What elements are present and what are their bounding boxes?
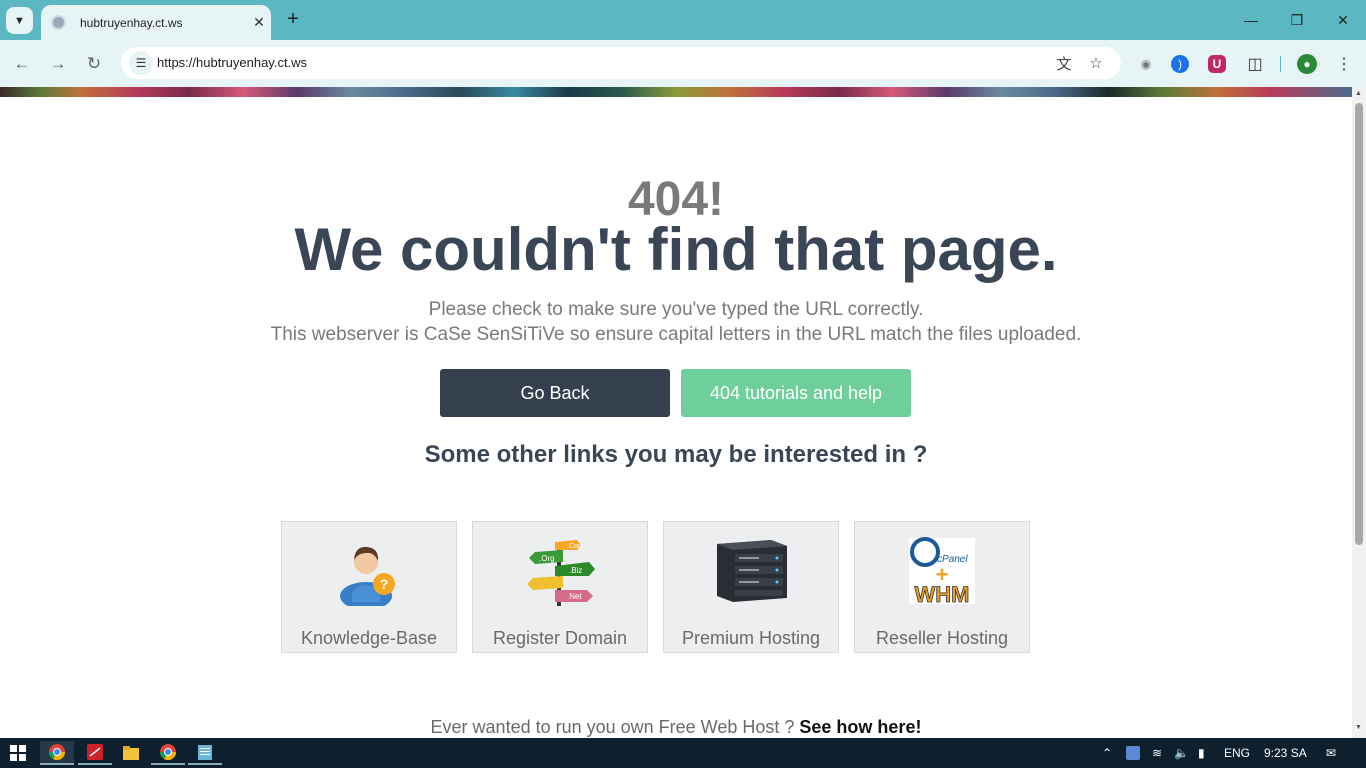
- cpanel-whm-icon: cPanel + WHM: [909, 537, 975, 606]
- other-links-heading: Some other links you may be interested i…: [424, 441, 928, 468]
- input-language[interactable]: ENG: [1224, 738, 1250, 768]
- close-icon: ✕: [1337, 11, 1349, 28]
- chrome-icon: [48, 744, 66, 761]
- help-tutorials-button[interactable]: 404 tutorials and help: [681, 369, 911, 417]
- volume-icon[interactable]: 🔈: [1174, 738, 1189, 768]
- taskbar-pdf-app[interactable]: [78, 741, 112, 765]
- scroll-up-arrow-icon[interactable]: ▲: [1355, 90, 1362, 97]
- new-tab-button[interactable]: +: [282, 8, 304, 30]
- site-info-icon[interactable]: ☰: [129, 51, 153, 75]
- camera-extension-icon[interactable]: ◉: [1135, 53, 1157, 75]
- chrome-icon: [159, 744, 177, 761]
- translate-icon[interactable]: 文: [1053, 52, 1075, 74]
- show-hidden-icons-button[interactable]: ⌃: [1102, 738, 1112, 768]
- page-title: We couldn't find that page.: [294, 216, 1058, 283]
- tray-app-icon[interactable]: [1126, 738, 1140, 768]
- forward-button[interactable]: →: [45, 51, 71, 77]
- site-favicon-icon: [51, 15, 66, 30]
- reseller-hosting-card[interactable]: cPanel + WHM Reseller Hosting: [854, 521, 1030, 653]
- page-scrollbar[interactable]: ▲ ▼: [1352, 87, 1366, 738]
- url-text[interactable]: https://hubtruyenhay.ct.ws: [157, 55, 307, 70]
- network-icon[interactable]: ≋: [1152, 738, 1162, 768]
- taskbar-file-explorer[interactable]: [114, 741, 148, 765]
- sign-com: .Com: [567, 543, 584, 550]
- audio-extension-icon[interactable]: ): [1171, 55, 1189, 73]
- decorative-color-stripe: [0, 87, 1352, 97]
- battery-icon[interactable]: ▮: [1198, 738, 1205, 768]
- minimize-button[interactable]: —: [1228, 0, 1274, 40]
- register-domain-label: Register Domain: [492, 628, 628, 648]
- notification-center-icon[interactable]: ✉: [1326, 738, 1336, 768]
- whm-logo-text: WHM: [915, 582, 970, 606]
- support-person-icon: ?: [340, 546, 395, 606]
- profile-avatar[interactable]: ●: [1297, 54, 1317, 74]
- browser-tab-bar: ▼ hubtruyenhay.ct.ws ✕ + — ❐ ✕: [0, 0, 1366, 40]
- arrow-left-icon: ←: [13, 54, 31, 73]
- back-button[interactable]: ←: [9, 51, 35, 77]
- server-icon: [717, 540, 787, 602]
- scrollbar-thumb[interactable]: [1355, 103, 1363, 545]
- clock[interactable]: 9:23 SA: [1264, 738, 1307, 768]
- tab-title: hubtruyenhay.ct.ws: [80, 15, 183, 30]
- footer-text: Ever wanted to run you own Free Web Host…: [430, 717, 795, 737]
- extensions-puzzle-icon[interactable]: ◫: [1244, 53, 1266, 75]
- premium-hosting-label: Premium Hosting: [681, 628, 821, 648]
- footer-promo: Ever wanted to run you own Free Web Host…: [0, 717, 1352, 738]
- bookmark-star-icon[interactable]: ☆: [1085, 52, 1107, 74]
- taskbar-chrome-2[interactable]: [151, 741, 185, 765]
- tray-app-logo-icon: [1126, 746, 1140, 760]
- premium-hosting-card[interactable]: Premium Hosting: [663, 521, 839, 653]
- sign-net: .Net: [567, 592, 582, 601]
- go-back-button[interactable]: Go Back: [440, 369, 670, 417]
- browser-toolbar: ← → ↻ ☰ https://hubtruyenhay.ct.ws 文 ☆ ◉…: [0, 40, 1366, 87]
- scroll-down-arrow-icon[interactable]: ▼: [1355, 724, 1362, 731]
- close-tab-icon[interactable]: ✕: [247, 14, 271, 31]
- restore-button[interactable]: ❐: [1274, 0, 1320, 40]
- domain-signpost-icon: .Com .Org .Biz .Net: [527, 540, 595, 606]
- knowledge-base-label: Knowledge-Base: [300, 628, 438, 648]
- more-menu-icon[interactable]: ⋮: [1333, 53, 1355, 75]
- browser-tab[interactable]: hubtruyenhay.ct.ws ✕: [41, 5, 271, 40]
- notepad-icon: [198, 745, 212, 760]
- error-message-line-2: This webserver is CaSe SenSiTiVe so ensu…: [270, 324, 1082, 345]
- arrow-right-icon: →: [49, 54, 67, 73]
- chevron-up-icon: ⌃: [1102, 746, 1113, 760]
- windows-taskbar: ⌃ ≋ 🔈 ▮ ENG 9:23 SA ✉: [0, 738, 1366, 768]
- close-window-button[interactable]: ✕: [1320, 0, 1366, 40]
- register-domain-card[interactable]: .Com .Org .Biz .Net Register Domain: [472, 521, 648, 653]
- shield-extension-icon[interactable]: U: [1208, 55, 1226, 73]
- reload-icon: ↻: [86, 54, 102, 73]
- folder-icon: [123, 746, 139, 760]
- sign-biz: .Biz: [569, 566, 582, 575]
- footer-link[interactable]: See how here!: [799, 717, 921, 737]
- taskbar-chrome[interactable]: [40, 741, 74, 765]
- reload-button[interactable]: ↻: [81, 51, 107, 77]
- toolbar-divider: [1280, 56, 1281, 72]
- reseller-hosting-label: Reseller Hosting: [875, 628, 1009, 648]
- minimize-icon: —: [1244, 12, 1258, 28]
- taskbar-notepad[interactable]: [188, 741, 222, 765]
- tab-search-button[interactable]: ▼: [6, 7, 33, 34]
- restore-icon: ❐: [1290, 11, 1304, 28]
- pdf-app-icon: [87, 744, 103, 760]
- chevron-down-icon: ▼: [14, 14, 25, 27]
- sign-org: .Org: [539, 554, 555, 563]
- error-message-line-1: Please check to make sure you've typed t…: [428, 299, 924, 320]
- knowledge-base-card[interactable]: ? Knowledge-Base: [281, 521, 457, 653]
- address-bar[interactable]: ☰ https://hubtruyenhay.ct.ws 文 ☆: [121, 47, 1121, 79]
- error-page: 404! We couldn't find that page. Please …: [0, 97, 1352, 738]
- svg-text:?: ?: [380, 576, 389, 592]
- start-button[interactable]: [1, 741, 35, 765]
- windows-logo-icon: [10, 745, 26, 761]
